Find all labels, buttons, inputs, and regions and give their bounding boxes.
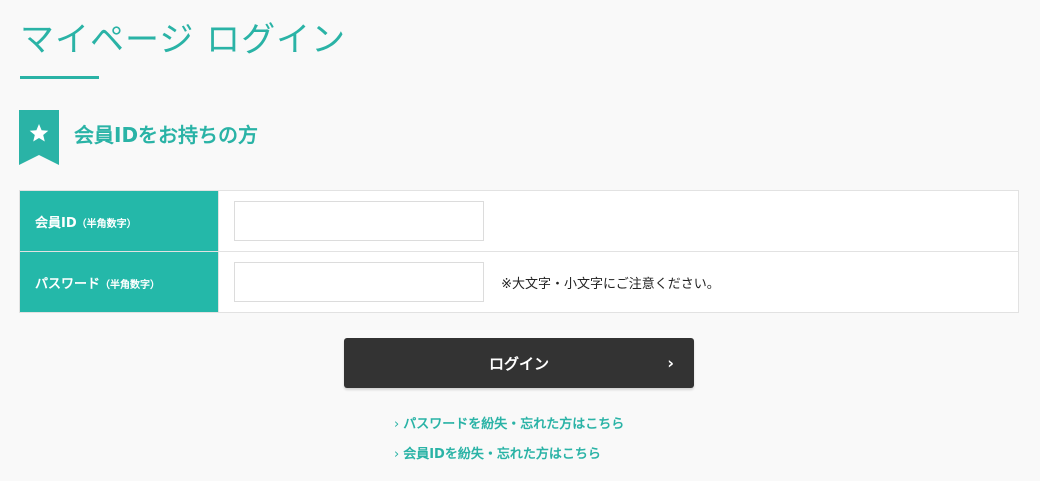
member-id-label: 会員ID（半角数字） xyxy=(19,190,219,252)
case-sensitivity-note: ※大文字・小文字にご注意ください。 xyxy=(501,276,720,292)
section-title: 会員IDをお持ちの方 xyxy=(74,123,259,147)
forgot-id-text: 会員IDを紛失・忘れた方はこちら xyxy=(403,447,601,462)
password-row: パスワード（半角数字） ※大文字・小文字にご注意ください。 xyxy=(19,251,1019,313)
chevron-right-icon: › xyxy=(394,447,400,462)
password-cell: ※大文字・小文字にご注意ください。 xyxy=(218,251,1019,313)
forgot-password-link[interactable]: › パスワードを紛失・忘れた方はこちら xyxy=(394,410,624,440)
chevron-right-icon: › xyxy=(394,417,400,432)
member-id-label-text: 会員ID xyxy=(35,215,77,231)
member-id-row: 会員ID（半角数字） xyxy=(19,190,1019,252)
member-id-cell xyxy=(218,190,1019,252)
page-title: マイページ ログイン xyxy=(20,20,347,60)
help-links: › パスワードを紛失・忘れた方はこちら › 会員IDを紛失・忘れた方はこちら xyxy=(394,410,624,470)
forgot-id-link[interactable]: › 会員IDを紛失・忘れた方はこちら xyxy=(394,440,624,470)
forgot-password-text: パスワードを紛失・忘れた方はこちら xyxy=(403,417,625,432)
star-icon xyxy=(19,110,59,165)
login-button-label: ログイン xyxy=(488,354,549,373)
title-underline xyxy=(20,76,99,79)
password-label: パスワード（半角数字） xyxy=(19,251,219,313)
login-form-table: 会員ID（半角数字） パスワード（半角数字） ※大文字・小文字にご注意ください。 xyxy=(19,190,1019,313)
member-id-input[interactable] xyxy=(234,201,484,241)
password-sublabel: （半角数字） xyxy=(100,279,161,291)
member-id-sublabel: （半角数字） xyxy=(76,218,137,230)
password-label-text: パスワード xyxy=(35,276,101,292)
login-button[interactable]: ログイン › xyxy=(344,338,694,388)
chevron-right-icon: › xyxy=(667,353,674,373)
password-input[interactable] xyxy=(234,262,484,302)
